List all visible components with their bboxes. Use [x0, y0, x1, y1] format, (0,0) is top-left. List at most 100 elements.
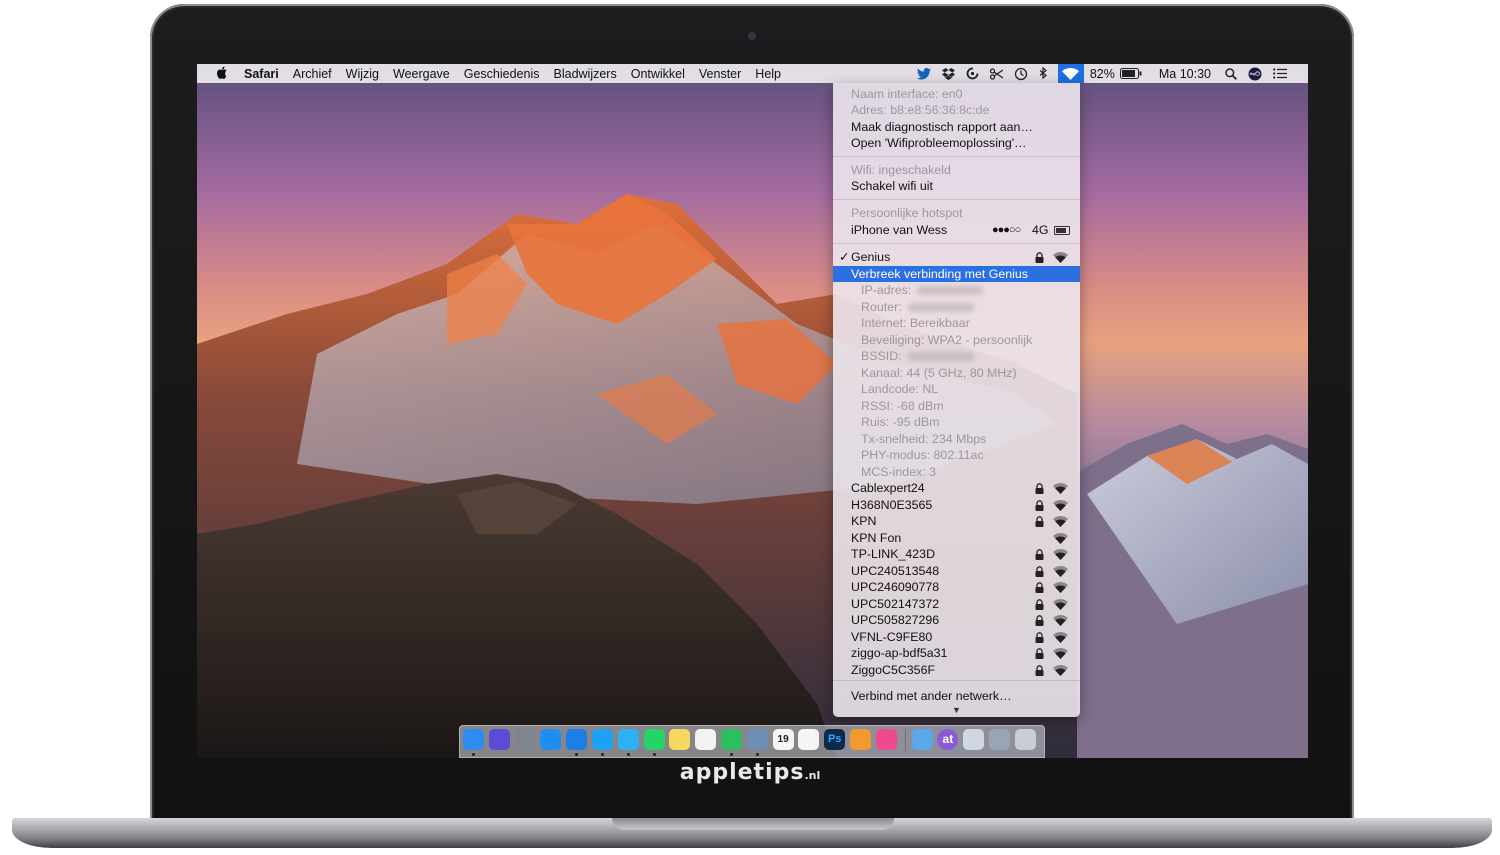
laptop-notch: [612, 818, 894, 830]
siri-icon[interactable]: [1248, 67, 1262, 81]
status-area: 82% Ma 10:30: [916, 64, 1308, 83]
notification-center-icon[interactable]: [1273, 68, 1287, 79]
hotspot-device-item[interactable]: iPhone van Wess ●●●○○ 4G: [833, 222, 1080, 238]
twitter-icon[interactable]: [916, 67, 931, 80]
menu-archief[interactable]: Archief: [293, 67, 332, 81]
menu-help[interactable]: Help: [755, 67, 781, 81]
cell-signal-icon: ●●●○○: [992, 224, 1021, 236]
detail-internet: Internet: Bereikbaar: [861, 316, 970, 330]
network-item[interactable]: Cablexpert24: [833, 480, 1080, 496]
network-item[interactable]: ziggo-ap-bdf5a31: [833, 645, 1080, 661]
menu-separator: [833, 243, 1080, 244]
photos-icon[interactable]: [798, 729, 820, 750]
evernote-icon[interactable]: [721, 729, 742, 750]
network-item[interactable]: UPC240513548: [833, 563, 1080, 579]
network-item[interactable]: UPC246090778: [833, 579, 1080, 595]
detail-bssid: BSSID:: [833, 348, 1080, 364]
menu-weergave[interactable]: Weergave: [393, 67, 450, 81]
wifi-status-icon[interactable]: [1057, 64, 1084, 83]
network-item[interactable]: ZiggoC5C356F: [833, 662, 1080, 678]
app-store-icon[interactable]: [540, 729, 562, 750]
menu-wijzig[interactable]: Wijzig: [346, 67, 379, 81]
bluetooth-icon[interactable]: [1039, 67, 1047, 80]
scroll-down-icon[interactable]: ▼: [952, 705, 961, 715]
wallpaper: [197, 194, 1308, 758]
clock[interactable]: Ma 10:30: [1159, 67, 1211, 81]
network-item[interactable]: KPN Fon: [833, 530, 1080, 546]
time-machine-icon[interactable]: [1014, 67, 1028, 81]
at-app-icon[interactable]: at: [937, 729, 959, 750]
twitter-icon[interactable]: [592, 729, 613, 750]
menu-app-name[interactable]: Safari: [244, 67, 279, 81]
detail-rssi: RSSI: -68 dBm: [861, 399, 944, 413]
calendar-icon[interactable]: 19: [772, 729, 794, 750]
battery-icon[interactable]: [1119, 68, 1142, 79]
dock: 19 Ps at: [459, 725, 1045, 758]
network-current-genius[interactable]: ✓ Genius: [833, 249, 1080, 265]
menu-bar: Safari Archief Wijzig Weergave Geschiede…: [197, 64, 1308, 83]
desktop-screen: Safari Archief Wijzig Weergave Geschiede…: [197, 64, 1308, 758]
menu-separator: [833, 680, 1080, 681]
running-indicator: [601, 753, 604, 756]
network-item[interactable]: KPN: [833, 513, 1080, 529]
downloads-folder-icon[interactable]: [911, 729, 933, 750]
menu-venster[interactable]: Venster: [699, 67, 741, 81]
detail-phy-mode: PHY-modus: 802.11ac: [861, 448, 984, 462]
hotspot-header: Persoonlijke hotspot: [851, 206, 963, 220]
network-item[interactable]: H368N0E3565: [833, 497, 1080, 513]
mac-address: Adres: b8:e8:56:36:8c:de: [851, 103, 990, 117]
notes-icon[interactable]: [669, 729, 691, 750]
network-type: 4G: [1032, 223, 1049, 237]
hotspot-battery-icon: [1054, 226, 1070, 235]
preview-icon[interactable]: [746, 729, 768, 750]
dock-divider: [904, 729, 906, 751]
launchpad-icon[interactable]: [514, 729, 536, 750]
lock-icon: [1035, 664, 1044, 680]
diagnostic-report-item[interactable]: Maak diagnostisch rapport aan…: [833, 119, 1080, 135]
wifi-troubleshoot-item[interactable]: Open 'Wifiprobleemoplossing'…: [833, 135, 1080, 151]
trash-icon[interactable]: [1014, 729, 1036, 750]
apple-menu-icon[interactable]: [214, 66, 230, 82]
network-item[interactable]: UPC505827296: [833, 612, 1080, 628]
pages-icon[interactable]: [850, 729, 871, 750]
detail-channel: Kanaal: 44 (5 GHz, 80 MHz): [861, 366, 1017, 380]
detail-ip-address: IP-adres:: [833, 282, 1080, 298]
network-item[interactable]: TP-LINK_423D: [833, 546, 1080, 562]
wifi-off-item[interactable]: Schakel wifi uit: [833, 178, 1080, 194]
itunes-icon[interactable]: [875, 729, 897, 750]
spotlight-icon[interactable]: [1225, 67, 1237, 80]
siri-icon[interactable]: [488, 729, 510, 750]
menu-geschiedenis[interactable]: Geschiedenis: [464, 67, 540, 81]
detail-router: Router:: [833, 299, 1080, 315]
system-info-icon[interactable]: [963, 729, 985, 750]
sync-icon[interactable]: [966, 67, 979, 80]
running-indicator: [755, 753, 759, 756]
photoshop-icon[interactable]: Ps: [824, 729, 846, 750]
detail-mcs-index: MCS-index: 3: [861, 465, 937, 479]
wifi-signal-icon: [1053, 664, 1068, 680]
menu-separator: [833, 156, 1080, 157]
network-item[interactable]: UPC502147372: [833, 596, 1080, 612]
media-folder-icon[interactable]: [989, 729, 1010, 750]
running-indicator: [730, 753, 733, 756]
battery-percent[interactable]: 82%: [1090, 67, 1115, 81]
running-indicator: [575, 753, 579, 756]
safari-icon[interactable]: [566, 729, 588, 750]
network-item[interactable]: VFNL-C9FE80: [833, 629, 1080, 645]
menu-bladwijzers[interactable]: Bladwijzers: [554, 67, 617, 81]
finder-icon[interactable]: [463, 729, 484, 750]
detail-security: Beveiliging: WPA2 - persoonlijk: [861, 333, 1033, 347]
whatsapp-icon[interactable]: [643, 729, 665, 750]
messages-icon[interactable]: [617, 729, 639, 750]
menu-ontwikkel[interactable]: Ontwikkel: [631, 67, 685, 81]
wifi-state: Wifi: ingeschakeld: [851, 163, 951, 177]
detail-noise: Ruis: -95 dBm: [861, 415, 940, 429]
scissors-icon[interactable]: [989, 67, 1003, 80]
wifi-signal-icon: [1053, 251, 1068, 267]
lock-icon: [1035, 251, 1044, 267]
join-other-network-item[interactable]: Verbind met ander netwerk…: [833, 688, 1080, 704]
detail-country-code: Landcode: NL: [861, 382, 939, 396]
disconnect-genius-item[interactable]: Verbreek verbinding met Genius: [833, 266, 1080, 282]
reminders-icon[interactable]: [695, 729, 717, 750]
dropbox-icon[interactable]: [941, 67, 955, 80]
